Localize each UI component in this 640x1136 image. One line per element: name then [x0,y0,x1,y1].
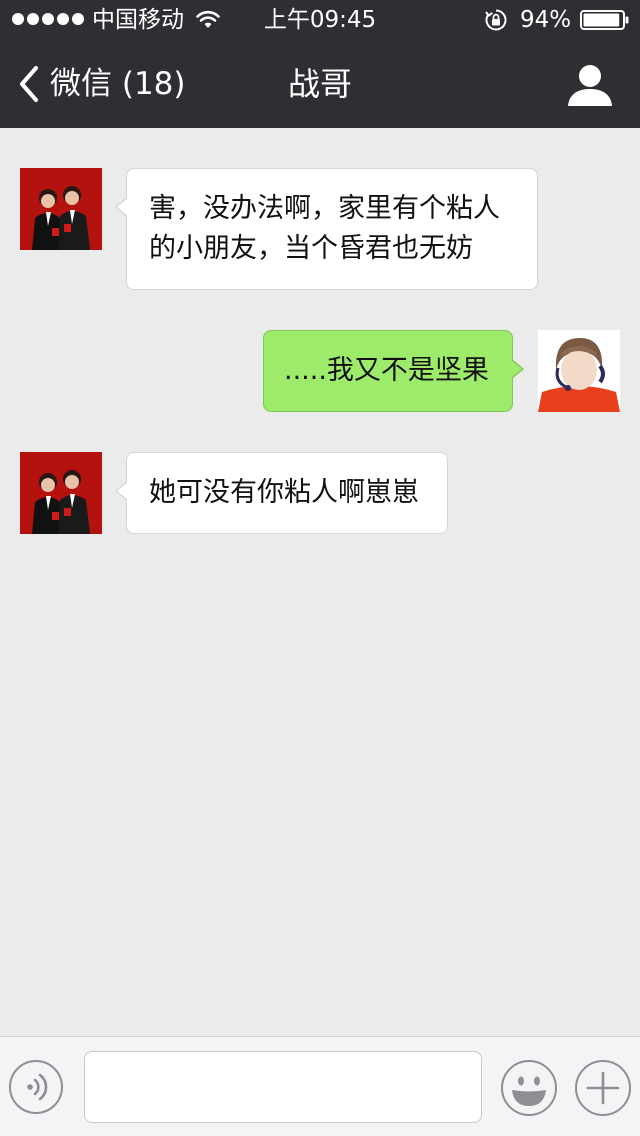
my-avatar-photo [538,330,620,412]
message-bubble[interactable]: 害，没办法啊，家里有个粘人 的小朋友，当个昏君也无妨 [115,168,538,290]
message-text: .....我又不是坚果 [284,355,489,386]
orientation-lock-icon [485,9,507,31]
plus-icon[interactable] [574,1059,632,1117]
emoji-icon[interactable] [500,1059,558,1117]
message-text: 的小朋友，当个昏君也无妨 [149,233,473,264]
message-input[interactable] [84,1051,482,1123]
contact-avatar[interactable] [20,168,102,250]
top-bar: 中国移动 上午09:45 94% 微信 (18) 战哥 [0,0,640,128]
contact-avatar-photo [20,168,102,250]
back-button-label: 微信 (18) [50,66,186,102]
chat-area[interactable]: 害，没办法啊，家里有个粘人 的小朋友，当个昏君也无妨 .....我又不是坚果 她… [0,128,640,1036]
battery-icon [580,10,629,30]
chevron-left-icon [20,66,38,102]
status-bar: 中国移动 上午09:45 94% [0,0,640,40]
voice-mode-icon[interactable] [8,1059,64,1115]
person-icon[interactable] [566,62,614,108]
input-bar [0,1036,640,1136]
contact-avatar-photo [20,452,102,534]
nav-bar: 微信 (18) 战哥 [0,40,640,128]
battery-percent: 94% [520,7,572,33]
back-button[interactable]: 微信 (18) [16,60,186,108]
message-text: 她可没有你粘人啊崽崽 [149,477,419,508]
message-text: 害，没办法啊，家里有个粘人 [149,193,500,224]
message-bubble[interactable]: 她可没有你粘人啊崽崽 [115,452,448,534]
contact-avatar[interactable] [20,452,102,534]
message-bubble[interactable]: .....我又不是坚果 [263,330,524,412]
my-avatar[interactable] [538,330,620,412]
